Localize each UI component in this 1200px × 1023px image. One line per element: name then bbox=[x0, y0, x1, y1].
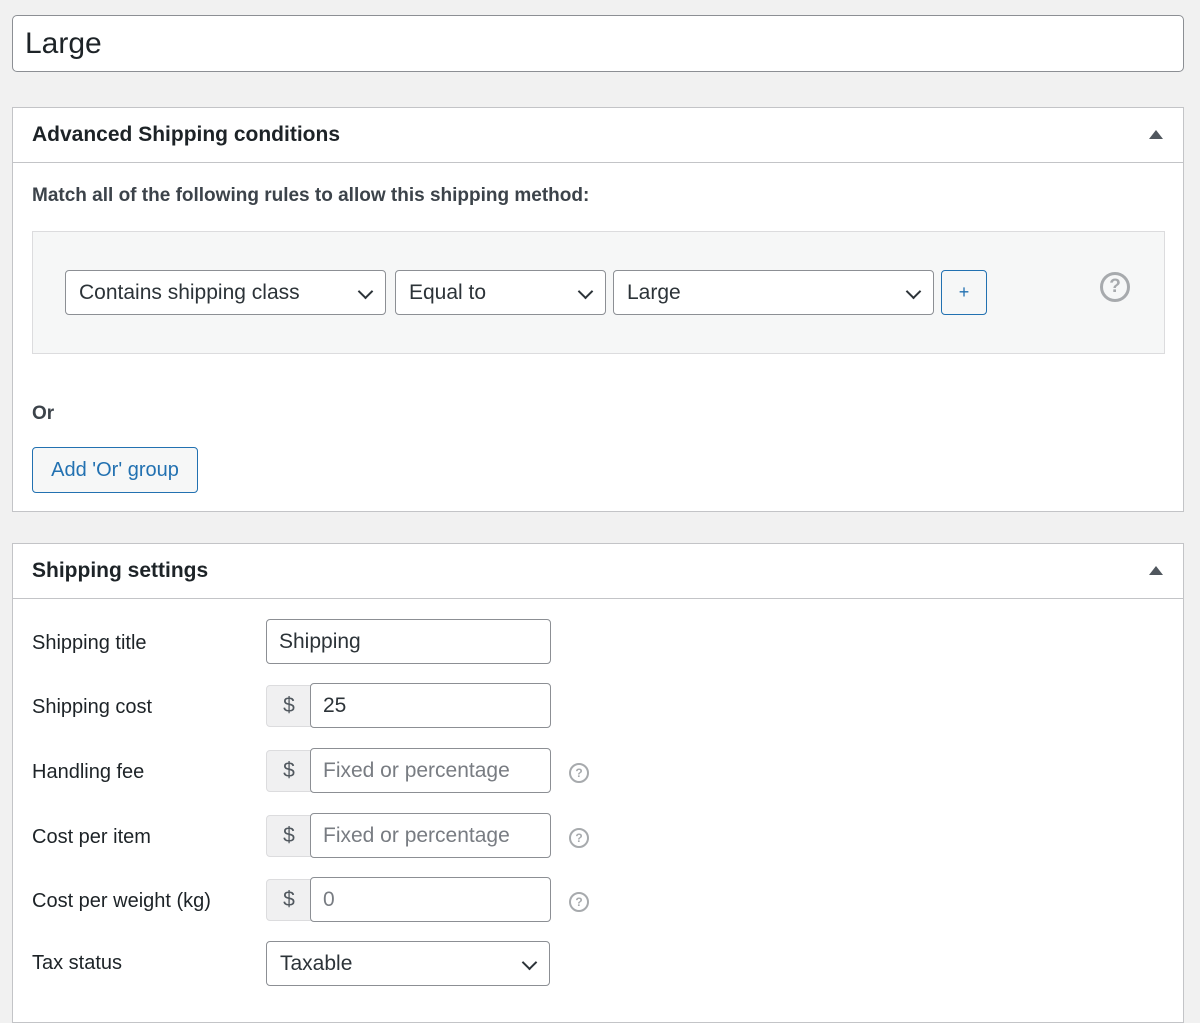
add-condition-button[interactable]: + bbox=[941, 270, 987, 315]
shipping-settings-box: Shipping settings Shipping title Shippin… bbox=[12, 543, 1184, 1023]
shipping-cost-label: Shipping cost bbox=[32, 696, 153, 718]
chevron-down-icon bbox=[357, 283, 374, 300]
post-title-input[interactable]: Large bbox=[12, 15, 1184, 72]
condition-select[interactable]: Contains shipping class bbox=[65, 270, 386, 315]
tax-status-label: Tax status bbox=[32, 952, 123, 974]
cost-per-weight-label: Cost per weight (kg) bbox=[32, 890, 211, 912]
settings-box-title: Shipping settings bbox=[32, 559, 209, 582]
match-rules-text: Match all of the following rules to allo… bbox=[32, 185, 590, 206]
or-label: Or bbox=[32, 403, 55, 424]
value-select-value: Large bbox=[627, 281, 681, 304]
question-circle-icon[interactable]: ? bbox=[569, 828, 589, 848]
chevron-down-icon bbox=[577, 283, 594, 300]
tax-status-select[interactable]: Taxable bbox=[266, 941, 550, 986]
question-circle-icon[interactable]: ? bbox=[1100, 272, 1130, 302]
settings-box-header: Shipping settings bbox=[13, 544, 1183, 599]
currency-addon: $ bbox=[266, 815, 312, 857]
conditions-box-header: Advanced Shipping conditions bbox=[13, 108, 1183, 163]
condition-rule-group: Contains shipping class Equal to Large +… bbox=[32, 231, 1165, 354]
shipping-title-input[interactable]: Shipping bbox=[266, 619, 551, 664]
add-or-group-button[interactable]: Add 'Or' group bbox=[32, 447, 198, 493]
tax-status-select-value: Taxable bbox=[280, 952, 353, 975]
conditions-box-title: Advanced Shipping conditions bbox=[32, 123, 341, 146]
question-circle-icon[interactable]: ? bbox=[569, 763, 589, 783]
question-circle-icon[interactable]: ? bbox=[569, 892, 589, 912]
operator-select-value: Equal to bbox=[409, 281, 487, 304]
shipping-title-label: Shipping title bbox=[32, 632, 147, 654]
handling-fee-label: Handling fee bbox=[32, 761, 145, 783]
cost-per-item-label: Cost per item bbox=[32, 826, 151, 848]
cost-per-item-input[interactable]: Fixed or percentage bbox=[310, 813, 551, 858]
handling-fee-input[interactable]: Fixed or percentage bbox=[310, 748, 551, 793]
currency-addon: $ bbox=[266, 685, 312, 727]
value-select[interactable]: Large bbox=[613, 270, 934, 315]
chevron-down-icon bbox=[905, 283, 922, 300]
chevron-down-icon bbox=[521, 954, 538, 971]
advanced-shipping-conditions-box: Advanced Shipping conditions Match all o… bbox=[12, 107, 1184, 512]
shipping-cost-input[interactable]: 25 bbox=[310, 683, 551, 728]
condition-select-value: Contains shipping class bbox=[79, 281, 300, 304]
operator-select[interactable]: Equal to bbox=[395, 270, 606, 315]
currency-addon: $ bbox=[266, 879, 312, 921]
triangle-up-icon[interactable] bbox=[1149, 566, 1163, 575]
triangle-up-icon[interactable] bbox=[1149, 130, 1163, 139]
cost-per-weight-input[interactable]: 0 bbox=[310, 877, 551, 922]
currency-addon: $ bbox=[266, 750, 312, 792]
